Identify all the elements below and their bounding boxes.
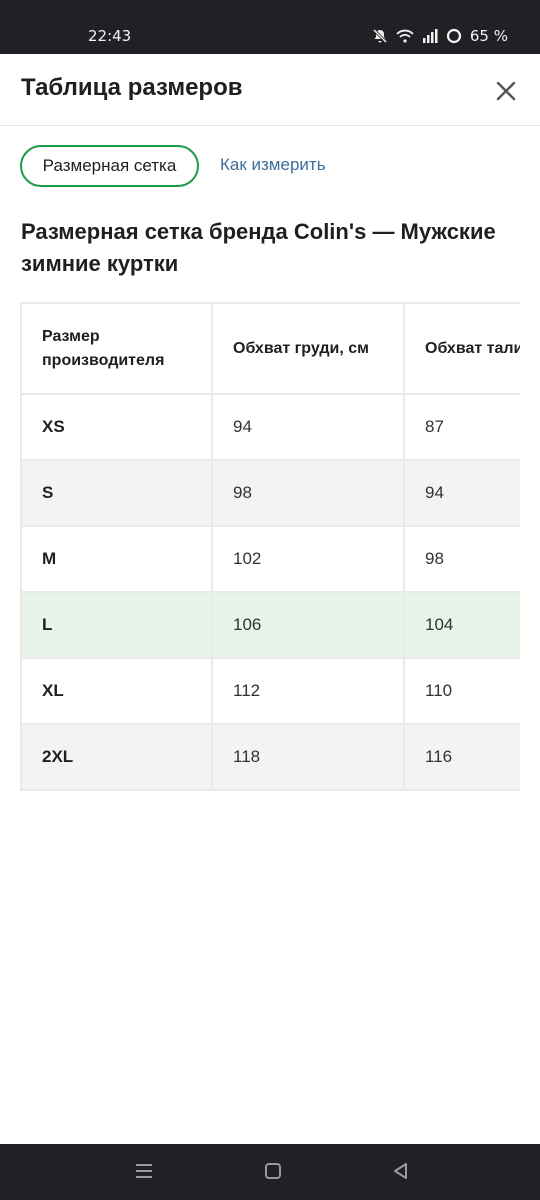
cell-chest: 112 — [211, 657, 405, 725]
back-button[interactable] — [390, 1160, 412, 1187]
mute-icon — [372, 28, 388, 44]
home-icon — [265, 1163, 281, 1179]
table-row: XL 112 110 — [20, 657, 520, 725]
cell-chest: 106 — [211, 591, 405, 659]
size-chart-heading: Размерная сетка бренда Colin's — Мужские… — [21, 219, 496, 276]
cell-waist: 104 — [403, 591, 520, 659]
cell-size: 2XL — [20, 723, 213, 791]
cell-size: L — [20, 591, 213, 659]
back-icon — [394, 1163, 407, 1179]
table-row-highlighted: L 106 104 — [20, 591, 520, 659]
tab-size-chart[interactable]: Размерная сетка — [20, 145, 199, 187]
status-bar: 22:43 65 % — [0, 0, 540, 54]
system-nav-bar — [0, 1144, 540, 1200]
table-row: M 102 98 — [20, 525, 520, 593]
cell-waist: 98 — [403, 525, 520, 593]
cell-chest: 94 — [211, 393, 405, 461]
column-header-size: Размер производителя — [20, 302, 213, 395]
cell-size: XS — [20, 393, 213, 461]
cell-size: S — [20, 459, 213, 527]
close-icon — [496, 81, 516, 101]
cell-chest: 102 — [211, 525, 405, 593]
column-header-waist: Обхват тали — [403, 302, 520, 395]
page-title: Таблица размеров — [21, 74, 243, 101]
cell-chest: 118 — [211, 723, 405, 791]
cell-size: M — [20, 525, 213, 593]
home-button[interactable] — [262, 1160, 284, 1187]
table-header-row: Размер производителя Обхват груди, см Об… — [20, 302, 520, 395]
cell-waist: 116 — [403, 723, 520, 791]
tab-how-to-measure[interactable]: Как измерить — [220, 155, 326, 175]
cell-waist: 94 — [403, 459, 520, 527]
modal-header: Таблица размеров — [0, 54, 540, 126]
table-row: 2XL 118 116 — [20, 723, 520, 791]
table-row: S 98 94 — [20, 459, 520, 527]
column-header-chest: Обхват груди, см — [211, 302, 405, 395]
battery-ring-icon — [446, 28, 462, 44]
size-table: Размер производителя Обхват груди, см Об… — [20, 302, 520, 791]
signal-icon — [422, 29, 438, 43]
cell-waist: 87 — [403, 393, 520, 461]
table-row: XS 94 87 — [20, 393, 520, 461]
recent-apps-icon — [136, 1164, 152, 1178]
status-icons: 65 % — [372, 27, 508, 45]
cell-chest: 98 — [211, 459, 405, 527]
cell-size: XL — [20, 657, 213, 725]
size-table-scroll[interactable]: Размер производителя Обхват груди, см Об… — [20, 302, 520, 802]
wifi-icon — [396, 29, 414, 43]
status-time: 22:43 — [88, 27, 132, 45]
cell-waist: 110 — [403, 657, 520, 725]
recent-apps-button[interactable] — [133, 1160, 155, 1187]
close-button[interactable] — [493, 78, 519, 104]
tab-size-chart-label: Размерная сетка — [42, 156, 177, 175]
battery-percent: 65 % — [469, 27, 508, 45]
